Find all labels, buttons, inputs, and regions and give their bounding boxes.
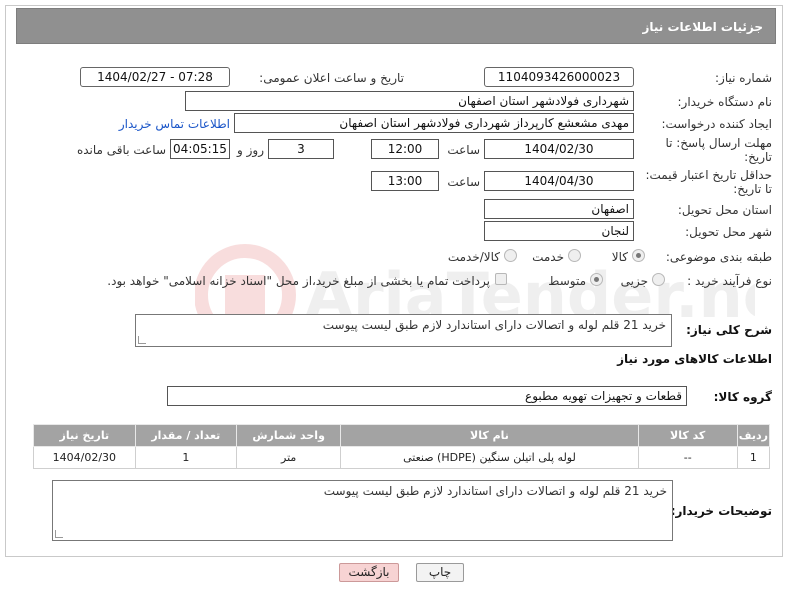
remaining-time-field: 04:05:15: [170, 139, 230, 159]
col-quantity: تعداد / مقدار: [134, 424, 237, 447]
col-code: کد کالا: [637, 424, 738, 447]
city-label: شهر محل تحویل:: [685, 225, 772, 239]
category-radio-goods[interactable]: [632, 249, 645, 262]
creator-label: ایجاد کننده درخواست:: [661, 117, 772, 131]
process-option-minor: جزیی: [620, 274, 648, 288]
goods-table: ردیف کد کالا نام کالا واحد شمارش تعداد /…: [33, 424, 771, 469]
category-radio-goods-service[interactable]: [504, 249, 517, 262]
back-button[interactable]: بازگشت: [339, 563, 399, 582]
treasury-payment-checkbox[interactable]: [495, 273, 507, 285]
cell-unit: متر: [235, 446, 342, 469]
province-field: اصفهان: [484, 199, 634, 219]
treasury-payment-note: پرداخت تمام یا بخشی از مبلغ خرید،از محل …: [107, 274, 490, 288]
table-header-row: ردیف کد کالا نام کالا واحد شمارش تعداد /…: [33, 424, 771, 447]
goods-section-title: اطلاعات کالاهای مورد نیاز: [617, 352, 772, 366]
buyer-notes-textarea[interactable]: خرید 21 قلم لوله و اتصالات دارای استاندا…: [52, 480, 673, 541]
category-option-goods-service: کالا/خدمت: [447, 250, 500, 264]
col-row: ردیف: [736, 424, 771, 447]
days-field: 3: [268, 139, 334, 159]
buyer-notes-text: خرید 21 قلم لوله و اتصالات دارای استاندا…: [323, 484, 667, 498]
need-number-field: 1104093426000023: [484, 67, 634, 87]
cell-name: لوله پلی اتیلن سنگین (HDPE) صنعتی: [340, 446, 639, 469]
buyer-notes-label: توضیحات خریدار:: [670, 504, 772, 518]
cell-need-date: 1404/02/30: [33, 446, 136, 469]
col-name: نام کالا: [340, 424, 639, 447]
process-radio-medium[interactable]: [590, 273, 603, 286]
category-label: طبقه بندی موضوعی:: [665, 250, 772, 264]
validity-time-field: 13:00: [371, 171, 439, 191]
deadline-label-2: تاریخ:: [744, 150, 772, 164]
description-textarea[interactable]: خرید 21 قلم لوله و اتصالات دارای استاندا…: [135, 314, 672, 347]
creator-field: مهدی مشعشع کارپرداز شهرداری فولادشهر است…: [234, 113, 634, 133]
need-number-label: شماره نیاز:: [715, 71, 772, 85]
deadline-time-label: ساعت: [447, 143, 480, 157]
goods-group-field: قطعات و تجهیزات تهویه مطبوع: [167, 386, 687, 406]
province-label: استان محل تحویل:: [677, 203, 772, 217]
col-need-date: تاریخ نیاز: [33, 424, 136, 447]
buyer-org-field: شهرداری فولادشهر استان اصفهان: [185, 91, 634, 111]
category-radio-service[interactable]: [568, 249, 581, 262]
cell-quantity: 1: [134, 446, 237, 469]
table-row: 1 -- لوله پلی اتیلن سنگین (HDPE) صنعتی م…: [33, 446, 771, 469]
col-unit: واحد شمارش: [235, 424, 342, 447]
category-option-goods: کالا: [611, 250, 628, 264]
print-button[interactable]: چاپ: [416, 563, 464, 582]
description-label: شرح کلی نیاز:: [686, 323, 772, 337]
days-label: روز و: [237, 143, 264, 157]
deadline-label: مهلت ارسال پاسخ: تا: [665, 136, 772, 150]
validity-time-label: ساعت: [447, 175, 480, 189]
goods-group-label: گروه کالا:: [713, 390, 772, 404]
cell-row: 1: [736, 446, 771, 469]
contact-buyer-link[interactable]: اطلاعات تماس خریدار: [110, 117, 230, 131]
deadline-time-field: 12:00: [371, 139, 439, 159]
process-option-medium: متوسط: [548, 274, 586, 288]
resize-handle-icon[interactable]: [138, 336, 146, 344]
process-label: نوع فرآیند خرید :: [687, 274, 772, 288]
validity-date-field: 1404/04/30: [484, 171, 634, 191]
announce-label: تاریخ و ساعت اعلان عمومی:: [259, 71, 404, 85]
process-radio-minor[interactable]: [652, 273, 665, 286]
resize-handle-icon[interactable]: [55, 530, 63, 538]
city-field: لنجان: [484, 221, 634, 241]
announce-field: 1404/02/27 - 07:28: [80, 67, 230, 87]
page-title: جزئیات اطلاعات نیاز: [16, 8, 776, 44]
buyer-org-label: نام دستگاه خریدار:: [677, 95, 773, 109]
description-text: خرید 21 قلم لوله و اتصالات دارای استاندا…: [322, 318, 666, 332]
remaining-time-label: ساعت باقی مانده: [76, 143, 166, 157]
deadline-date-field: 1404/02/30: [484, 139, 634, 159]
validity-label: حداقل تاریخ اعتبار قیمت:: [645, 168, 772, 182]
validity-label-2: تا تاریخ:: [733, 182, 772, 196]
category-option-service: خدمت: [532, 250, 564, 264]
cell-code: --: [637, 446, 738, 469]
